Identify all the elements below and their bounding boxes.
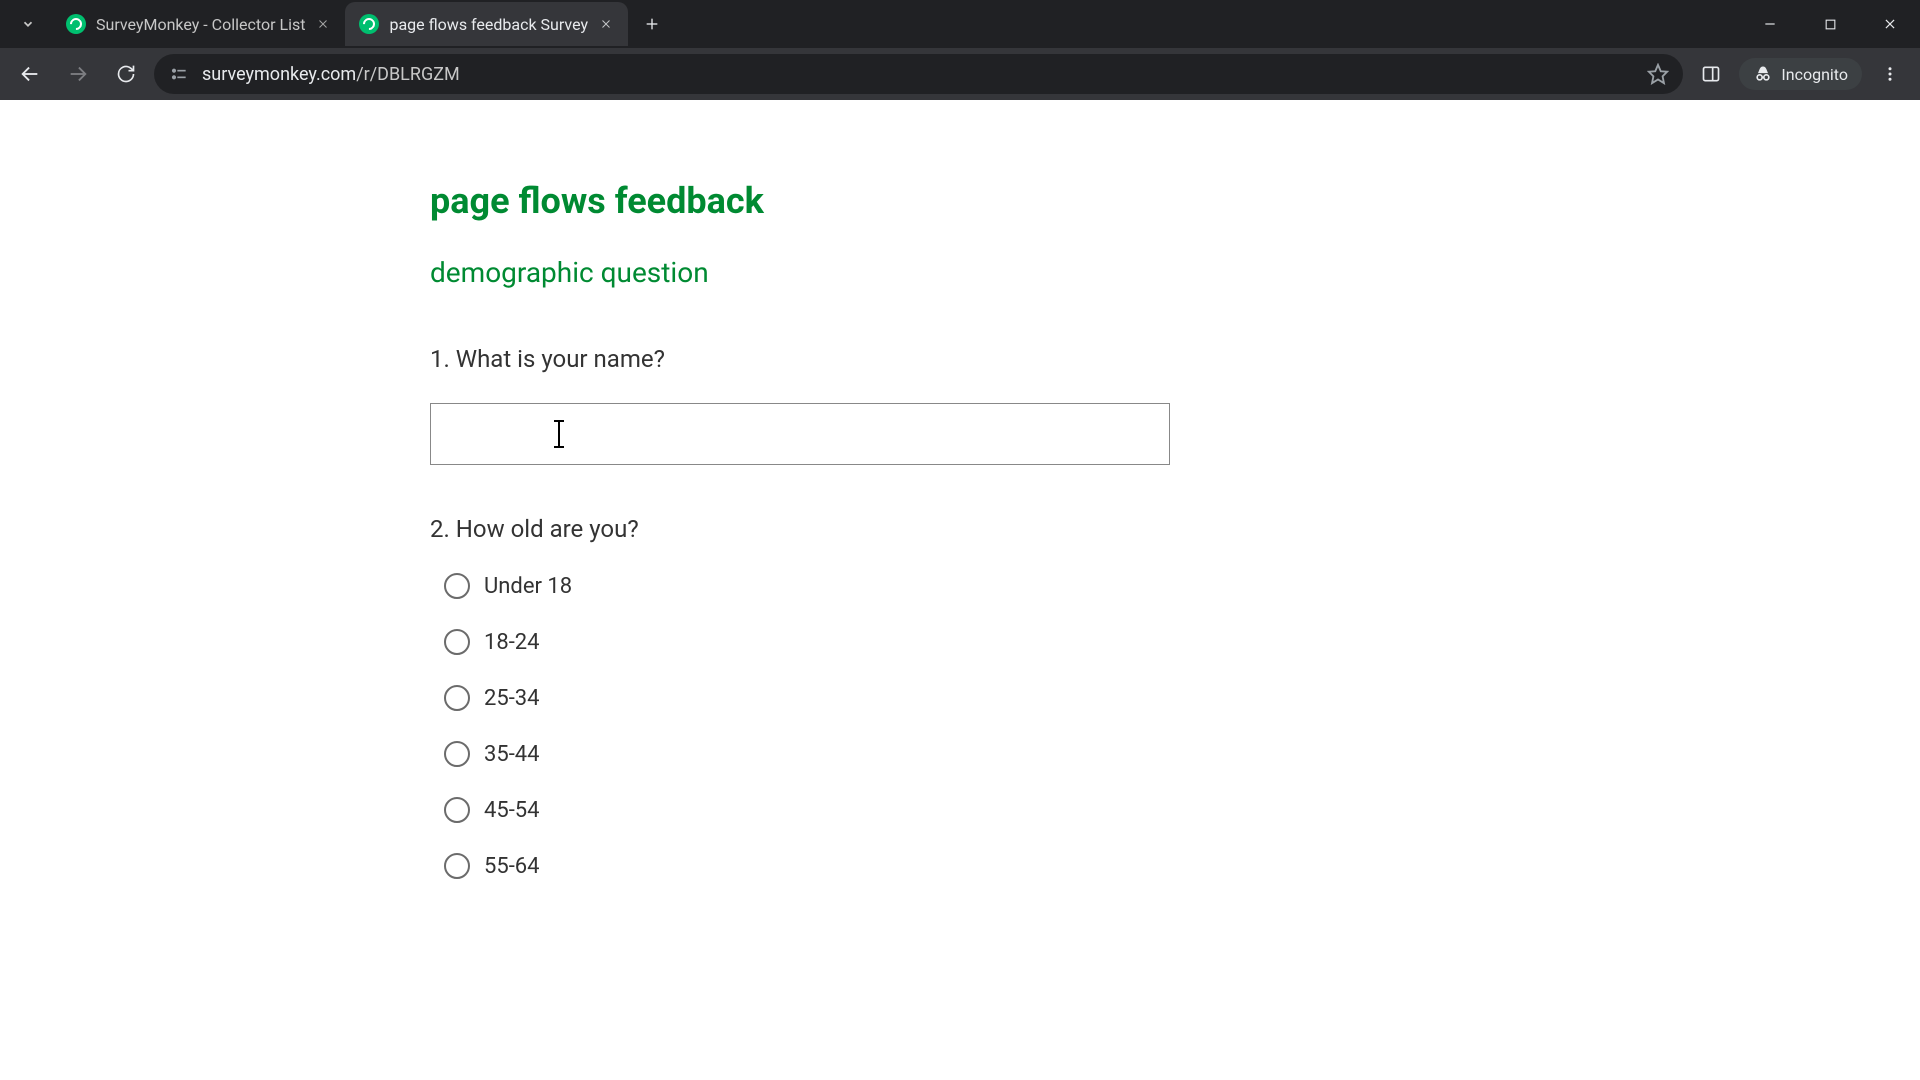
radio-icon [444, 741, 470, 767]
minimize-button[interactable] [1740, 0, 1800, 48]
radio-label: 25-34 [484, 686, 540, 711]
question-2: 2. How old are you? Under 18 18-24 25-34 [430, 515, 1490, 879]
incognito-icon [1753, 64, 1773, 84]
radio-icon [444, 573, 470, 599]
site-settings-icon[interactable] [168, 63, 190, 85]
radio-label: Under 18 [484, 574, 572, 599]
question-1: 1. What is your name? [430, 345, 1490, 465]
close-tab-icon[interactable] [598, 16, 614, 32]
radio-label: 35-44 [484, 742, 540, 767]
radio-icon [444, 629, 470, 655]
back-button[interactable] [10, 54, 50, 94]
radio-option[interactable]: 18-24 [444, 629, 1490, 655]
address-bar[interactable]: surveymonkey.com/r/DBLRGZM [154, 54, 1683, 94]
survey-title: page flows feedback [430, 180, 1490, 222]
radio-icon [444, 685, 470, 711]
name-input[interactable] [430, 403, 1170, 465]
tab-title: SurveyMonkey - Collector List [96, 15, 305, 34]
radio-option[interactable]: 35-44 [444, 741, 1490, 767]
question-label: 1. What is your name? [430, 345, 1490, 373]
radio-label: 45-54 [484, 798, 540, 823]
question-label: 2. How old are you? [430, 515, 1490, 543]
tab-item[interactable]: SurveyMonkey - Collector List [52, 2, 345, 46]
close-window-button[interactable] [1860, 0, 1920, 48]
window-controls [1740, 0, 1920, 48]
maximize-button[interactable] [1800, 0, 1860, 48]
tab-search-dropdown[interactable] [10, 6, 46, 42]
tab-item-active[interactable]: page flows feedback Survey [345, 2, 628, 46]
side-panel-icon[interactable] [1691, 54, 1731, 94]
forward-button[interactable] [58, 54, 98, 94]
radio-option[interactable]: 25-34 [444, 685, 1490, 711]
url-text: surveymonkey.com/r/DBLRGZM [202, 64, 460, 85]
radio-label: 55-64 [484, 854, 540, 879]
reload-button[interactable] [106, 54, 146, 94]
section-title: demographic question [430, 256, 1490, 289]
radio-icon [444, 853, 470, 879]
close-tab-icon[interactable] [315, 16, 331, 32]
radio-option[interactable]: Under 18 [444, 573, 1490, 599]
incognito-label: Incognito [1781, 65, 1848, 84]
incognito-indicator[interactable]: Incognito [1739, 58, 1862, 90]
survey-container: page flows feedback demographic question… [430, 100, 1490, 969]
page-viewport[interactable]: page flows feedback demographic question… [0, 100, 1920, 1080]
tab-strip: SurveyMonkey - Collector List page flows… [0, 0, 1920, 48]
surveymonkey-favicon-icon [66, 14, 86, 34]
radio-option[interactable]: 55-64 [444, 853, 1490, 879]
age-radio-group: Under 18 18-24 25-34 35-44 45-54 [430, 573, 1490, 879]
text-cursor-icon [558, 422, 560, 446]
bookmark-icon[interactable] [1647, 63, 1669, 85]
radio-icon [444, 797, 470, 823]
browser-chrome: SurveyMonkey - Collector List page flows… [0, 0, 1920, 100]
new-tab-button[interactable] [634, 6, 670, 42]
radio-label: 18-24 [484, 630, 540, 655]
browser-menu-button[interactable] [1870, 54, 1910, 94]
surveymonkey-favicon-icon [359, 14, 379, 34]
browser-toolbar: surveymonkey.com/r/DBLRGZM Incognito [0, 48, 1920, 100]
tab-title: page flows feedback Survey [389, 15, 588, 34]
radio-option[interactable]: 45-54 [444, 797, 1490, 823]
